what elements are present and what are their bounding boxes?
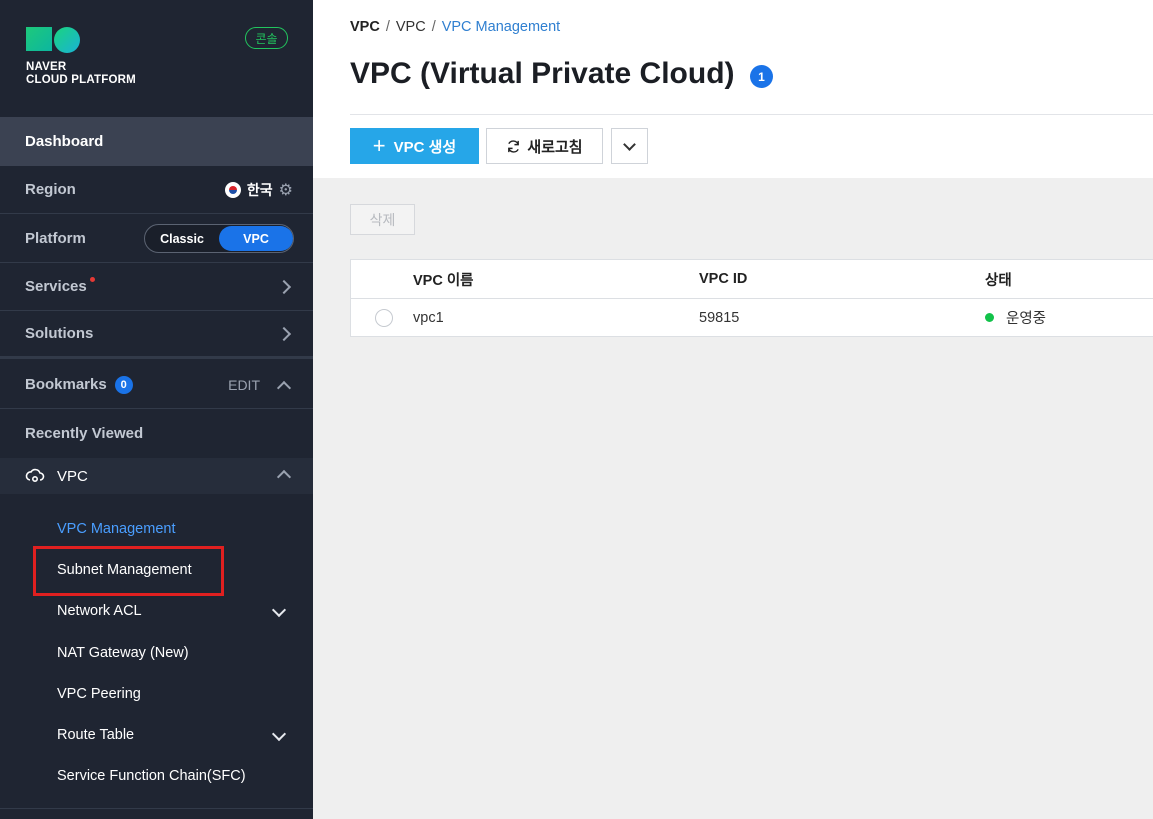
breadcrumb: VPC / VPC / VPC Management <box>350 19 561 35</box>
region-value[interactable]: 한국 <box>247 180 273 200</box>
chevron-down-icon[interactable] <box>271 726 287 742</box>
region-label: Region <box>25 181 76 198</box>
highlight-box <box>33 546 224 596</box>
cell-vpc-name: vpc1 <box>413 309 444 326</box>
gear-icon[interactable]: ⚙ <box>279 180 293 200</box>
chevron-up-icon <box>276 469 292 485</box>
page-title: VPC (Virtual Private Cloud) <box>350 57 735 90</box>
sidebar: NAVER CLOUD PLATFORM 콘솔 Dashboard Region… <box>0 0 313 819</box>
sidebar-item-label: VPC <box>57 467 88 485</box>
breadcrumb-current[interactable]: VPC Management <box>442 19 560 35</box>
row-radio[interactable] <box>375 308 393 327</box>
vpc-table: VPC 이름 VPC ID 상태 vpc1 59815 운영중 <box>350 259 1153 337</box>
bookmark-count-badge: 0 <box>114 375 133 394</box>
count-badge: 1 <box>750 65 773 88</box>
column-header-status[interactable]: 상태 <box>985 269 1153 290</box>
cloud-network-icon <box>25 468 45 483</box>
sidebar-item-platform: Platform Classic VPC <box>0 214 313 263</box>
cell-vpc-id: 59815 <box>699 309 740 326</box>
cell-status: 운영중 <box>1006 311 1047 327</box>
sidebar-item-bookmarks[interactable]: Bookmarks 0 EDIT <box>0 361 313 409</box>
more-options-button[interactable] <box>611 128 648 164</box>
sidebar-item-label: Bookmarks <box>25 376 107 393</box>
delete-button[interactable]: 삭제 <box>350 204 415 235</box>
bookmarks-edit-link[interactable]: EDIT <box>228 377 260 393</box>
plus-icon: + <box>372 133 386 158</box>
new-dot-icon <box>89 277 95 282</box>
divider <box>0 808 313 809</box>
sidebar-item-recently-viewed[interactable]: Recently Viewed <box>0 409 313 457</box>
console-badge[interactable]: 콘솔 <box>245 27 288 49</box>
sidebar-item-services[interactable]: Services <box>0 263 313 311</box>
table-row[interactable]: vpc1 59815 운영중 <box>351 299 1153 336</box>
create-vpc-button[interactable]: + VPC 생성 <box>350 128 479 164</box>
sidebar-item-dashboard[interactable]: Dashboard <box>0 117 313 166</box>
platform-label: Platform <box>25 229 86 247</box>
column-header-id[interactable]: VPC ID <box>699 271 985 287</box>
chevron-down-icon <box>623 138 636 151</box>
sidebar-item-solutions[interactable]: Solutions <box>0 311 313 359</box>
sidebar-item-label: Recently Viewed <box>25 424 144 442</box>
create-vpc-label: VPC 생성 <box>393 138 457 156</box>
breadcrumb-item[interactable]: VPC <box>350 19 380 35</box>
status-running-icon <box>985 313 994 322</box>
divider <box>350 114 1153 115</box>
sidebar-item-label: Services <box>25 278 87 295</box>
sidebar-item-region: Region 한국 ⚙ <box>0 166 313 214</box>
logo-line2: CLOUD PLATFORM <box>26 74 136 86</box>
chevron-right-icon <box>276 279 292 294</box>
naver-cloud-logo[interactable]: NAVER CLOUD PLATFORM <box>26 27 136 87</box>
chevron-down-icon[interactable] <box>271 602 287 618</box>
sidebar-subitem-route-table[interactable]: Route Table <box>57 727 134 743</box>
platform-toggle[interactable]: Classic VPC <box>144 224 294 253</box>
sidebar-subitem-sfc[interactable]: Service Function Chain(SFC) <box>57 768 246 784</box>
refresh-icon <box>508 139 520 153</box>
platform-option-classic[interactable]: Classic <box>145 226 219 251</box>
sidebar-subitem-vpc-peering[interactable]: VPC Peering <box>57 686 141 702</box>
platform-option-vpc[interactable]: VPC <box>219 226 293 251</box>
chevron-right-icon <box>276 326 292 341</box>
table-header: VPC 이름 VPC ID 상태 <box>351 260 1153 299</box>
breadcrumb-item[interactable]: VPC <box>396 19 426 35</box>
refresh-label: 새로고침 <box>527 138 583 156</box>
sidebar-item-label: Dashboard <box>25 133 104 150</box>
logo-line1: NAVER <box>26 61 67 73</box>
sidebar-subitem-network-acl[interactable]: Network ACL <box>57 603 142 619</box>
sidebar-section-vpc[interactable]: VPC <box>0 458 313 494</box>
korea-flag-icon <box>224 181 241 198</box>
main-content: VPC / VPC / VPC Management VPC (Virtual Pr… <box>313 0 1153 819</box>
sidebar-subitem-vpc-management[interactable]: VPC Management <box>57 521 175 537</box>
sidebar-item-label: Solutions <box>25 325 94 342</box>
refresh-button[interactable]: 새로고침 <box>486 128 603 164</box>
column-header-name[interactable]: VPC 이름 <box>413 269 699 290</box>
sidebar-subitem-nat-gateway[interactable]: NAT Gateway (New) <box>57 645 189 661</box>
chevron-up-icon[interactable] <box>276 380 292 396</box>
logo-mark-icon <box>26 27 82 53</box>
